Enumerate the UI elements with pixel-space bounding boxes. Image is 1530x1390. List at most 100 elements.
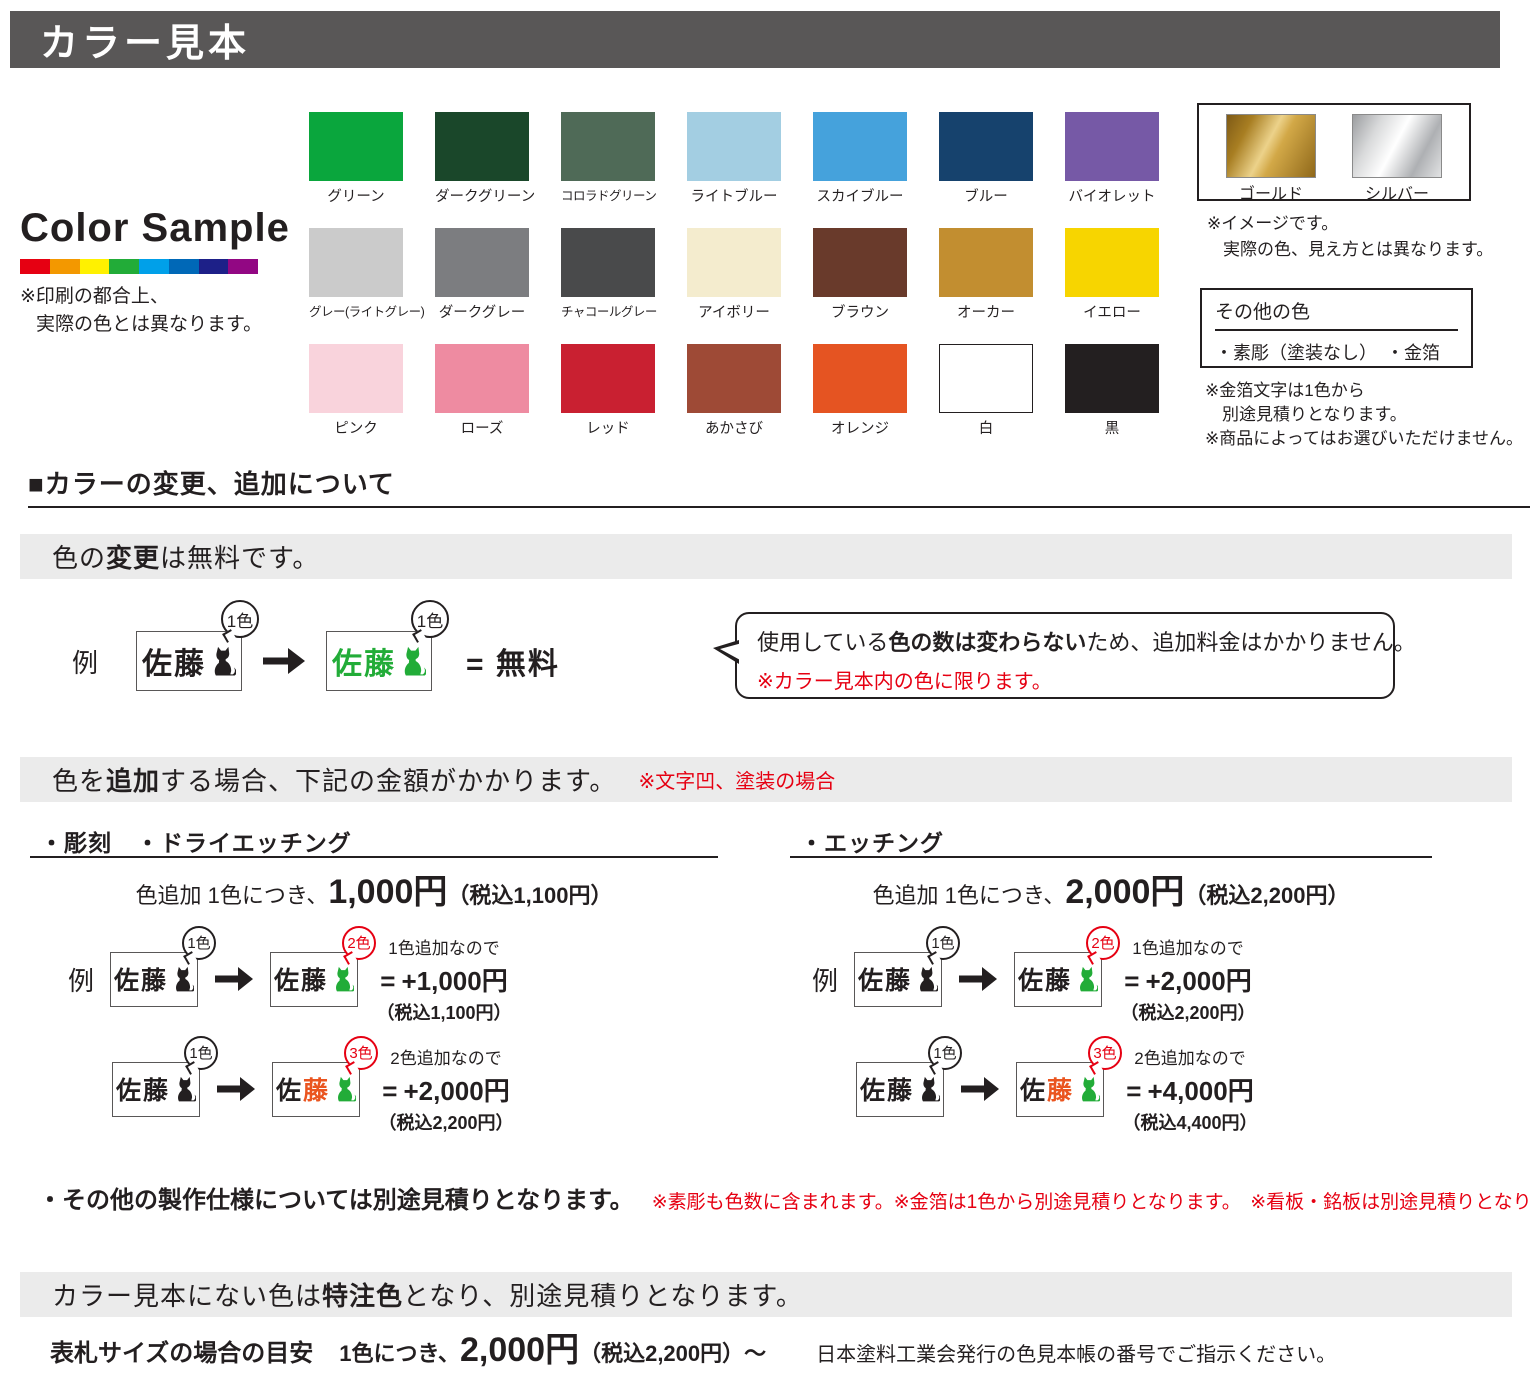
color-count-badge-red: 2色 [1086,926,1120,960]
gold-leaf-note-line1: ※金箔文字は1色から [1205,379,1523,403]
column-underline [790,856,1432,858]
color-swatch-cell: ローズ [435,344,529,434]
price-result: 1色追加なので =+1,000円 （税込1,100円） [378,934,510,1025]
engraving-example-row1: 例 1色 佐藤 2色 佐藤 1色追加なので =+1,000円 （税込1,100円… [68,950,510,1008]
engraving-column-title: ・彫刻 ・ドライエッチング [40,824,352,858]
other-spec-red-note: ※素彫も色数に含まれます。※金箔は1色から別途見積りとなります。 ※看板・銘板は… [652,1187,1530,1214]
swatch-dark-green [435,112,529,181]
arrow-right-icon [959,967,997,991]
price-result: 2色追加なので =+4,000円 （税込4,400円） [1124,1044,1256,1135]
etching-price-line: 色追加 1色につき、2,000円（税込2,200円） [790,864,1432,913]
swatch-colorado-green [561,112,655,181]
example-label: 例 [812,961,838,998]
swatch-label: ピンク [309,417,403,438]
arrow-right-icon [217,1077,255,1101]
swatch-charcoal-gray [561,228,655,297]
nameplate-before-unit: 1色 佐藤 [110,952,198,1007]
rainbow-strip [20,259,258,274]
metallic-colors-box: ゴールド シルバー [1197,103,1471,201]
swatch-label: 白 [939,417,1033,438]
nameplate-before-unit: 1色 佐藤 [136,631,242,691]
color-swatch-cell: スカイブルー [813,112,907,202]
color-swatch-cell: あかさび [687,344,781,434]
rainbow-segment [228,259,258,274]
color-count-badge-red: 3色 [1088,1036,1122,1070]
metal-silver: シルバー [1352,114,1442,199]
metal-gold: ゴールド [1226,114,1316,199]
cat-icon [333,966,354,992]
rainbow-segment [50,259,80,274]
print-disclaimer-line1: ※印刷の都合上、 [20,283,262,311]
guide-note: 日本塗料工業会発行の色見本帳の番号でご指示ください。 [816,1338,1336,1367]
column-underline [30,856,718,858]
other-spec-text: ・その他の製作仕様については別途見積りとなります。 [38,1180,634,1215]
cat-icon [919,1076,940,1102]
swatch-label: ダークグレー [435,301,529,322]
swatch-label: スカイブルー [813,185,907,206]
color-swatch-cell: レッド [561,344,655,434]
swatch-label: ブラウン [813,301,907,322]
add-color-bar-text: 色を追加する場合、下記の金額がかかります。 [52,761,616,798]
other-colors-box: その他の色 ・素彫（塗装なし） ・金箔 [1200,288,1473,368]
guide-tax: （税込2,200円）～ [579,1336,766,1368]
swatch-label: グリーン [309,185,403,206]
metallic-disclaimer: ※イメージです。 実際の色、見え方とは異なります。 [1207,211,1493,263]
custom-color-guide: 表札サイズの場合の目安 1色につき、 2,000円 （税込2,200円）～ 日本… [50,1322,1336,1371]
cat-icon [1077,966,1098,992]
example-label: 例 [72,643,98,680]
swatch-label: ダークグリーン [435,185,529,206]
swatch-yellow [1065,228,1159,297]
other-colors-items: ・素彫（塗装なし） ・金箔 [1215,339,1458,365]
gold-leaf-notes: ※金箔文字は1色から 別途見積りとなります。 ※商品によってはお選びいただけませ… [1205,379,1523,451]
color-swatch-cell: アイボリー [687,228,781,318]
gold-swatch [1226,114,1316,178]
free-change-bar-text: 色の変更は無料です。 [52,538,319,575]
gold-leaf-note-line3: ※商品によってはお選びいただけません。 [1205,427,1523,451]
gold-label: ゴールド [1226,180,1316,204]
print-disclaimer: ※印刷の都合上、 実際の色とは異なります。 [20,283,262,339]
color-count-badge: 1色 [926,926,960,960]
swatch-label: レッド [561,417,655,438]
color-count-badge: 1色 [928,1036,962,1070]
color-count-badge: 1色 [221,600,259,638]
color-swatch-cell: グリーン [309,112,403,202]
nameplate-after-unit: 2色 佐藤 [1014,952,1102,1007]
rainbow-segment [109,259,139,274]
nameplate-after-unit: 3色 佐藤 [272,1062,360,1117]
color-sample-heading: Color Sample [20,206,290,251]
rainbow-segment [139,259,169,274]
color-swatch-cell: チャコールグレー [561,228,655,318]
rainbow-segment [80,259,110,274]
swatch-gray [309,228,403,297]
silver-swatch [1352,114,1442,178]
section-title-color-change: ■カラーの変更、追加について [28,464,395,501]
metallic-disclaimer-line1: ※イメージです。 [1207,211,1493,237]
color-count-badge: 1色 [184,1036,218,1070]
swatch-ivory [687,228,781,297]
engraving-example-row2: 1色 佐藤 3色 佐藤 2色追加なので =+2,000円 （税込2,200円） [68,1060,512,1118]
metallic-disclaimer-line2: 実際の色、見え方とは異なります。 [1207,237,1493,263]
custom-color-bar: カラー見本にない色は特注色となり、別途見積りとなります。 [20,1272,1512,1317]
color-count-badge: 1色 [182,926,216,960]
color-swatch-cell: イエロー [1065,228,1159,318]
other-spec-footnote: ・その他の製作仕様については別途見積りとなります。 ※素彫も色数に含まれます。※… [38,1180,1530,1215]
swatch-label: コロラドグリーン [561,185,655,204]
color-swatch-cell: ライトブルー [687,112,781,202]
cat-icon [401,646,426,676]
section-underline [28,506,1530,508]
price-result: 1色追加なので =+2,000円 （税込2,200円） [1122,934,1254,1025]
swatch-brown [813,228,907,297]
nameplate-text: 佐藤 [276,1071,330,1107]
swatch-label: オーカー [939,301,1033,322]
swatch-ochre [939,228,1033,297]
nameplate-before-unit: 1色 佐藤 [854,952,942,1007]
swatch-label: オレンジ [813,417,907,438]
swatch-white [939,344,1033,413]
swatch-red [561,344,655,413]
free-change-callout: 使用している色の数は変わらないため、追加料金はかかりません。 ※カラー見本内の色… [735,612,1395,699]
color-swatch-cell: ピンク [309,344,403,434]
custom-color-bar-text: カラー見本にない色は特注色となり、別途見積りとなります。 [52,1276,803,1313]
swatch-pink [309,344,403,413]
color-count-badge: 1色 [411,600,449,638]
nameplate-after-unit: 3色 佐藤 [1016,1062,1104,1117]
